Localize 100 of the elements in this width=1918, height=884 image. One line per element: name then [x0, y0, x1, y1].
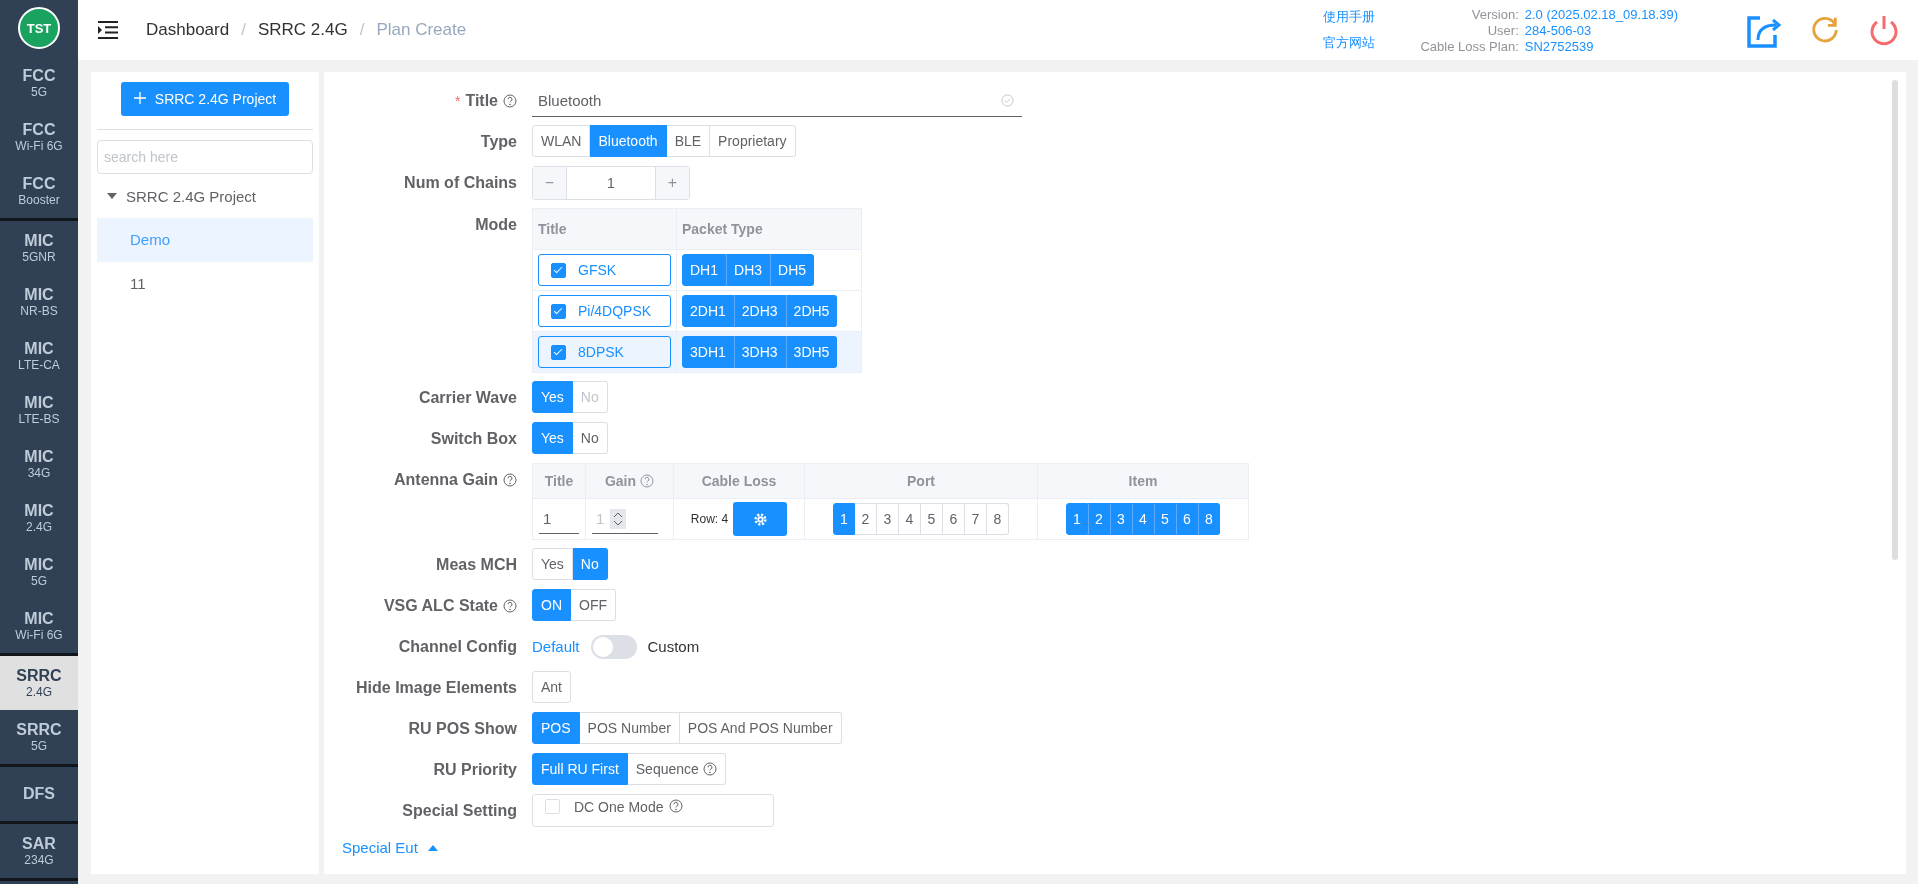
item-button[interactable]: 3 — [1110, 503, 1132, 535]
option-button[interactable]: WLAN — [532, 125, 591, 157]
switch-label: Custom — [647, 638, 700, 655]
mode-checkbox[interactable]: Pi/4DQPSK — [538, 295, 671, 327]
sidebar-item[interactable]: DFS — [0, 767, 78, 821]
sidebar-item[interactable]: MIC 5GNR — [0, 221, 78, 275]
column-header: Item — [1128, 473, 1158, 489]
toggle-switch[interactable] — [590, 634, 637, 659]
option-button[interactable]: ON — [532, 589, 571, 621]
spinner-icon[interactable] — [610, 508, 627, 529]
option-button[interactable]: BLE — [666, 125, 711, 157]
item-button[interactable]: 8 — [1198, 503, 1220, 535]
sidebar-item[interactable]: SRRC 5G — [0, 710, 78, 764]
field-label: Title — [465, 91, 498, 110]
item-button[interactable]: 5 — [1154, 503, 1176, 535]
breadcrumb-item[interactable]: Dashboard — [146, 20, 230, 40]
title-input[interactable]: Bluetooth — [532, 84, 1022, 117]
sidebar-item[interactable]: MIC LTE-CA — [0, 329, 78, 383]
port-button[interactable]: 6 — [943, 503, 965, 535]
sidebar-item[interactable]: FCC Booster — [0, 164, 78, 218]
option-button[interactable]: Full RU First — [532, 753, 628, 785]
checkbox[interactable] — [545, 799, 560, 814]
plus-icon — [133, 92, 146, 104]
settings-button[interactable] — [733, 502, 788, 536]
option-button[interactable]: OFF — [571, 589, 616, 621]
sidebar-item[interactable]: MIC 34G — [0, 437, 78, 491]
tree-item[interactable]: 11 — [97, 262, 313, 306]
option-button[interactable]: POS Number — [579, 712, 680, 744]
option-button[interactable]: Sequence — [627, 753, 726, 785]
option-button[interactable]: No — [572, 422, 608, 454]
option-button[interactable]: Bluetooth — [590, 125, 667, 157]
item-button[interactable]: 1 — [1066, 503, 1088, 535]
column-header: Port — [907, 473, 935, 489]
info-value: 284-506-03 — [1524, 22, 1593, 38]
mode-checkbox[interactable]: GFSK — [538, 254, 671, 286]
packet-type-button[interactable]: 3DH1 — [682, 336, 734, 368]
option-button[interactable]: POS — [532, 712, 580, 744]
field-label: Meas MCH — [436, 555, 517, 574]
packet-type-button[interactable]: DH3 — [726, 254, 771, 286]
sidebar-item[interactable]: MIC 5G — [0, 545, 78, 599]
port-button[interactable]: 2 — [855, 503, 877, 535]
tree-item[interactable]: SRRC 2.4G Project — [97, 174, 313, 218]
menu-icon[interactable] — [98, 21, 118, 39]
column-header: Packet Type — [676, 208, 862, 250]
field-label: Num of Chains — [404, 173, 517, 192]
field-label: RU POS Show — [408, 719, 517, 738]
port-button[interactable]: 8 — [987, 503, 1009, 535]
help-icon[interactable] — [669, 799, 684, 813]
help-icon[interactable] — [503, 472, 517, 487]
option-button[interactable]: Proprietary — [710, 125, 796, 157]
sidebar-item[interactable]: FCC Wi-Fi 6G — [0, 110, 78, 164]
field-label: RU Priority — [433, 760, 517, 779]
packet-type-button[interactable]: 2DH3 — [733, 295, 786, 327]
breadcrumb-separator: / — [241, 20, 246, 40]
sidebar-item[interactable]: MIC 2.4G — [0, 491, 78, 545]
help-icon[interactable] — [702, 762, 717, 776]
power-icon[interactable] — [1868, 14, 1900, 46]
packet-type-button[interactable]: DH5 — [770, 254, 815, 286]
item-button[interactable]: 4 — [1132, 503, 1154, 535]
item-button[interactable]: 2 — [1088, 503, 1110, 535]
packet-type-button[interactable]: 2DH1 — [682, 295, 734, 327]
special-eut-link[interactable]: Special Eut — [342, 839, 418, 856]
sidebar-item[interactable]: MIC NR-BS — [0, 275, 78, 329]
option-button[interactable]: Ant — [532, 671, 571, 703]
add-project-button[interactable]: SRRC 2.4G Project — [120, 82, 290, 116]
sidebar-item[interactable]: MIC LTE-BS — [0, 383, 78, 437]
search-field[interactable]: search here — [97, 140, 313, 174]
port-button[interactable]: 7 — [965, 503, 987, 535]
item-button[interactable]: 6 — [1176, 503, 1198, 535]
checkbox-label[interactable]: DC One Mode — [574, 799, 664, 815]
header-link[interactable]: 使用手册 — [1323, 8, 1376, 26]
info-label: User: — [1486, 22, 1519, 38]
scrollbar[interactable] — [1892, 80, 1898, 560]
caret-icon[interactable] — [427, 843, 438, 852]
option-button[interactable]: No — [572, 548, 608, 580]
port-button[interactable]: 5 — [921, 503, 943, 535]
packet-type-button[interactable]: 3DH3 — [733, 336, 786, 368]
option-button[interactable]: Yes — [532, 381, 573, 413]
help-icon[interactable] — [503, 93, 517, 108]
packet-type-button[interactable]: 3DH5 — [785, 336, 838, 368]
caret-icon[interactable] — [107, 191, 117, 201]
help-icon[interactable] — [503, 598, 517, 613]
field-label: Switch Box — [430, 429, 517, 448]
port-button[interactable]: 4 — [899, 503, 921, 535]
sidebar-item[interactable]: SAR 234G — [0, 824, 78, 878]
packet-type-button[interactable]: 2DH5 — [785, 295, 838, 327]
option-button[interactable]: Yes — [532, 422, 573, 454]
option-button[interactable]: POS And POS Number — [679, 712, 842, 744]
sidebar-item[interactable]: SRRC 2.4G — [0, 656, 78, 710]
option-button[interactable]: Yes — [532, 548, 573, 580]
packet-type-button[interactable]: DH1 — [682, 254, 726, 286]
port-button[interactable]: 3 — [877, 503, 899, 535]
refresh-icon[interactable] — [1810, 15, 1840, 45]
column-header: Cable Loss — [701, 473, 777, 489]
breadcrumb-item[interactable]: SRRC 2.4G — [257, 20, 348, 40]
sidebar-item[interactable]: FCC 5G — [0, 56, 78, 110]
help-icon[interactable] — [640, 474, 655, 488]
sidebar-item[interactable]: MIC Wi-Fi 6G — [0, 599, 78, 653]
header-link[interactable]: 官方网站 — [1323, 34, 1376, 52]
port-button[interactable]: 1 — [833, 503, 855, 535]
